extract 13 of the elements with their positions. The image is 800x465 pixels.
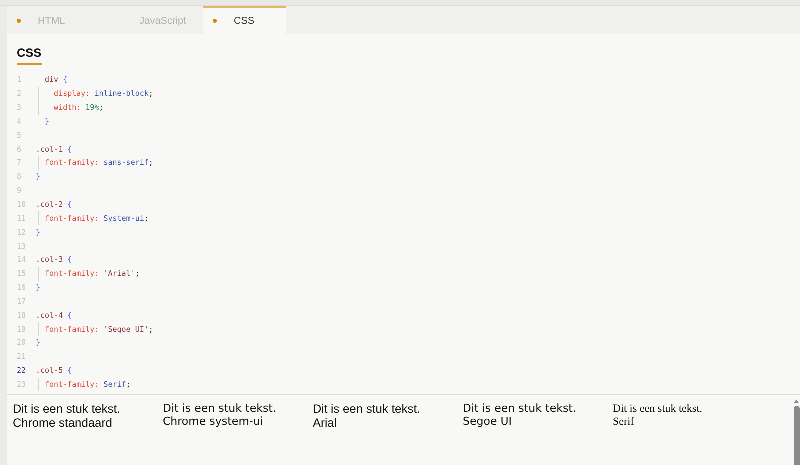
font-caption: Chrome system-ui — [163, 416, 264, 428]
sample-text: Dit is een stuk tekst. — [13, 403, 122, 417]
font-caption: Serif — [613, 416, 636, 428]
sample-text: Dit is een stuk tekst. — [463, 403, 578, 416]
font-caption: Segoe UI — [463, 416, 514, 428]
scroll-up-icon[interactable] — [793, 399, 800, 404]
font-caption: Arial — [313, 416, 338, 431]
sample-text: Dit is een stuk tekst. — [313, 403, 422, 417]
font-caption: Chrome standaard — [13, 416, 114, 431]
sample-text: Dit is een stuk tekst. — [613, 403, 704, 416]
sample-text: Dit is een stuk tekst. — [163, 403, 278, 416]
editor-tab[interactable]: CSS — [203, 6, 286, 34]
editor-title: CSS — [17, 46, 42, 65]
